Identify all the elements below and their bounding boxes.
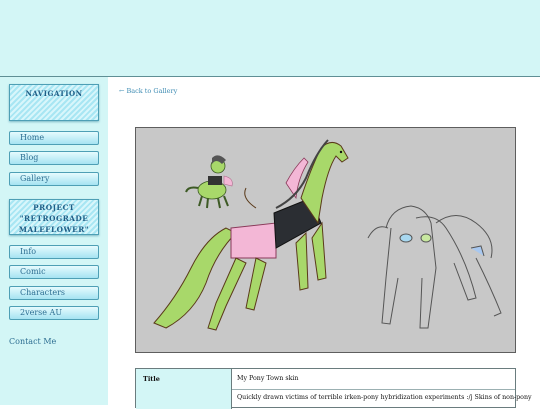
header-banner xyxy=(0,0,540,77)
sidebar-item-label: Comic xyxy=(20,267,46,276)
contact-link[interactable]: Contact Me xyxy=(9,337,56,346)
navigation-heading: Navigation xyxy=(9,84,99,121)
sidebar-item-2verse-au[interactable]: 2verse AU xyxy=(9,306,99,320)
sidebar-item-label: Characters xyxy=(20,288,65,297)
project-heading: Project "Retrograde Maleflower" xyxy=(9,199,99,235)
sidebar-item-gallery[interactable]: Gallery xyxy=(9,172,99,186)
title-key: Title xyxy=(143,375,160,383)
title-value: My Pony Town skin xyxy=(237,375,299,382)
sidebar-item-home[interactable]: Home xyxy=(9,131,99,145)
back-to-gallery-link[interactable]: ← Back to Gallery xyxy=(119,87,177,95)
sidebar-item-info[interactable]: Info xyxy=(9,245,99,259)
row-divider xyxy=(232,389,515,390)
info-key-cell: Title xyxy=(136,369,232,409)
artwork-image xyxy=(135,127,516,353)
sidebar-item-label: Gallery xyxy=(20,174,50,183)
navigation-heading-label: Navigation xyxy=(25,89,83,98)
project-heading-line: Maleflower" xyxy=(18,225,90,234)
sidebar-item-label: Home xyxy=(20,133,45,142)
artwork-info-table: Title My Pony Town skin Quickly drawn vi… xyxy=(135,368,532,409)
project-heading-line: Project xyxy=(33,203,75,212)
sidebar-item-characters[interactable]: Characters xyxy=(9,286,99,300)
project-heading-line: "Retrograde xyxy=(19,214,89,223)
description-value: Quickly drawn victims of terrible irken-… xyxy=(237,394,532,401)
sketch-pony-illustration xyxy=(367,205,502,329)
sidebar-item-label: 2verse AU xyxy=(20,308,63,317)
small-pony-illustration xyxy=(185,155,233,209)
sidebar-item-label: Info xyxy=(20,247,37,256)
main-pony-illustration xyxy=(153,139,349,331)
sidebar-item-label: Blog xyxy=(20,153,39,162)
sidebar-item-comic[interactable]: Comic xyxy=(9,265,99,279)
sidebar-item-blog[interactable]: Blog xyxy=(9,151,99,165)
sidebar xyxy=(0,77,108,405)
